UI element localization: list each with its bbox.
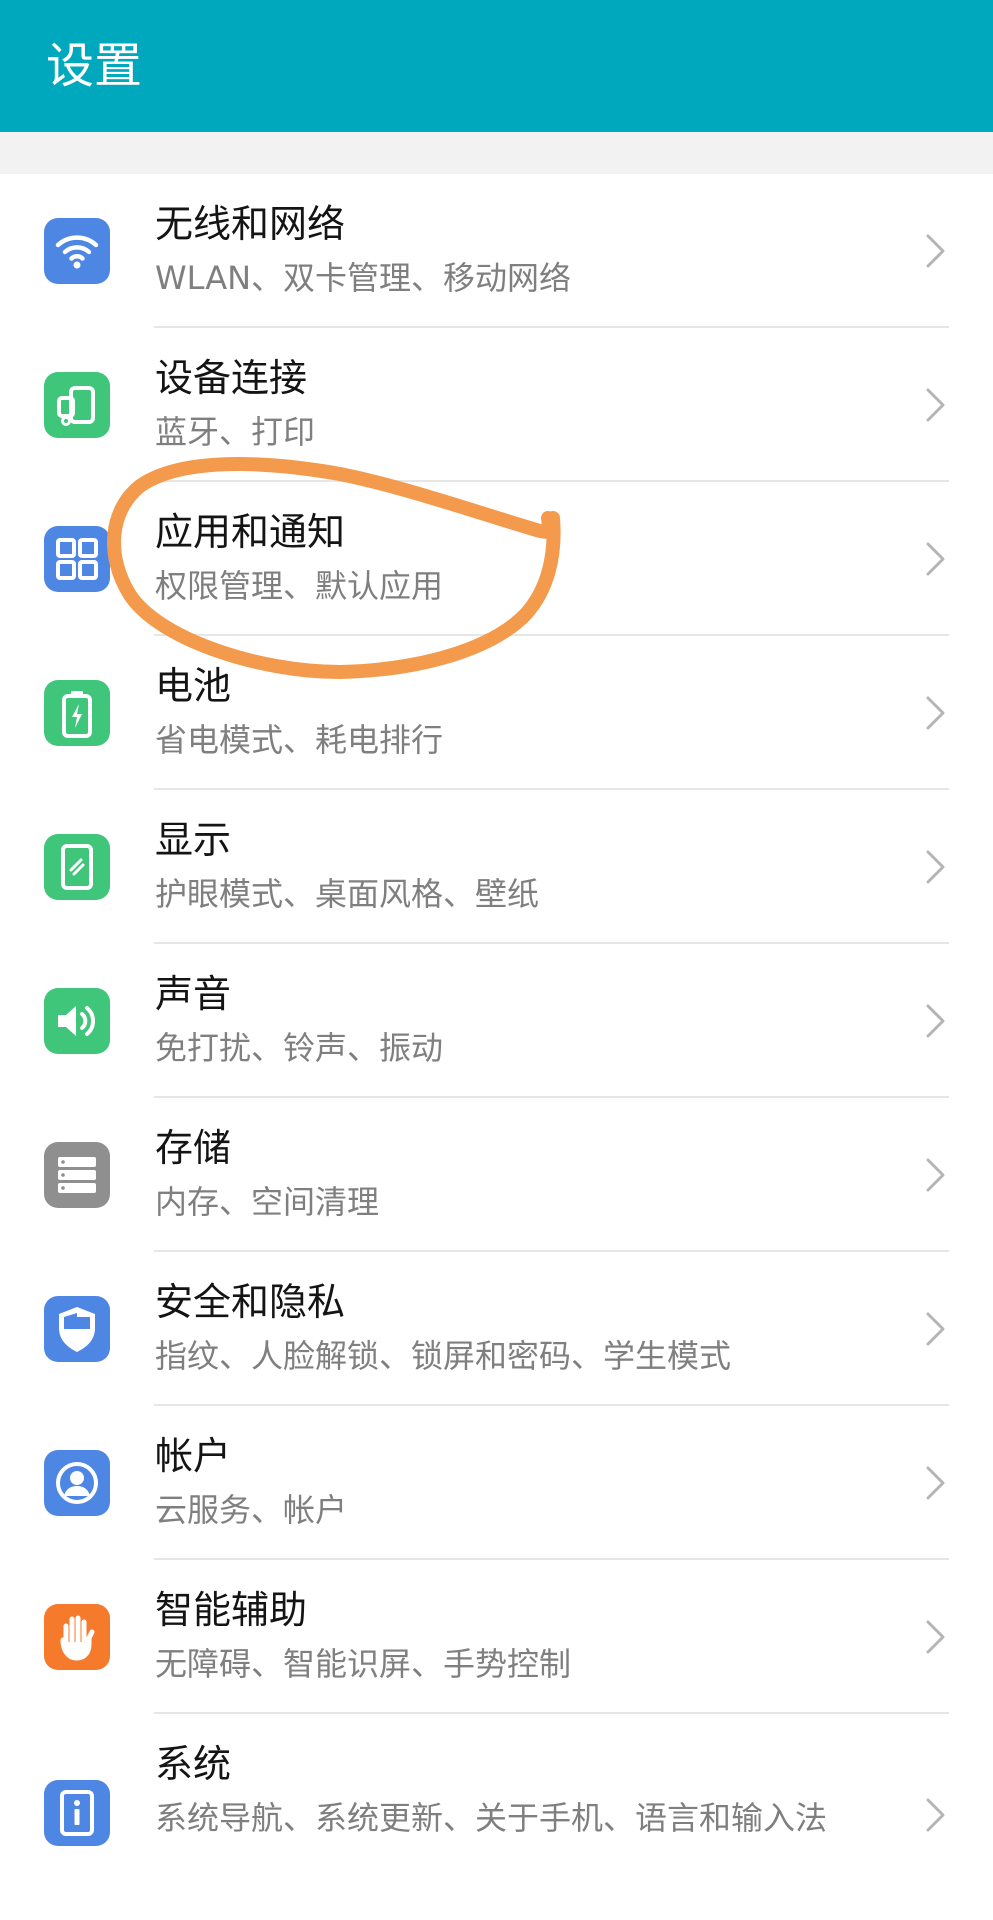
item-subtitle: WLAN、双卡管理、移动网络 bbox=[155, 259, 572, 297]
chevron-right-icon bbox=[923, 1464, 949, 1502]
item-title: 应用和通知 bbox=[155, 510, 346, 554]
item-subtitle: 权限管理、默认应用 bbox=[155, 567, 444, 605]
settings-item-smart-assistance[interactable]: 智能辅助 无障碍、智能识屏、手势控制 bbox=[0, 1560, 993, 1714]
wifi-icon bbox=[44, 218, 110, 284]
item-title: 电池 bbox=[155, 664, 232, 708]
item-subtitle: 云服务、帐户 bbox=[155, 1491, 348, 1529]
settings-item-security-privacy[interactable]: 安全和隐私 指纹、人脸解锁、锁屏和密码、学生模式 bbox=[0, 1252, 993, 1406]
app-bar: 设置 bbox=[0, 0, 993, 132]
item-title: 设备连接 bbox=[155, 356, 308, 400]
system-info-icon bbox=[44, 1780, 110, 1846]
item-subtitle: 免打扰、铃声、振动 bbox=[155, 1029, 444, 1067]
settings-item-apps-notifications[interactable]: 应用和通知 权限管理、默认应用 bbox=[0, 482, 993, 636]
item-subtitle: 指纹、人脸解锁、锁屏和密码、学生模式 bbox=[155, 1337, 732, 1375]
settings-item-display[interactable]: 显示 护眼模式、桌面风格、壁纸 bbox=[0, 790, 993, 944]
item-subtitle: 省电模式、耗电排行 bbox=[155, 721, 444, 759]
item-title: 声音 bbox=[155, 972, 232, 1016]
settings-list: 无线和网络 WLAN、双卡管理、移动网络 设备连接 蓝牙、打印 应用和通知 权限… bbox=[0, 174, 993, 1920]
item-title: 存储 bbox=[155, 1126, 232, 1170]
chevron-right-icon bbox=[923, 1618, 949, 1656]
settings-item-sound[interactable]: 声音 免打扰、铃声、振动 bbox=[0, 944, 993, 1098]
hand-icon bbox=[44, 1604, 110, 1670]
settings-item-device-connection[interactable]: 设备连接 蓝牙、打印 bbox=[0, 328, 993, 482]
item-title: 智能辅助 bbox=[155, 1588, 308, 1632]
chevron-right-icon bbox=[923, 694, 949, 732]
item-subtitle: 蓝牙、打印 bbox=[155, 413, 316, 451]
chevron-right-icon bbox=[923, 1002, 949, 1040]
settings-item-system[interactable]: 系统 系统导航、系统更新、关于手机、语言和输入法 bbox=[0, 1714, 993, 1920]
settings-item-battery[interactable]: 电池 省电模式、耗电排行 bbox=[0, 636, 993, 790]
chevron-right-icon bbox=[923, 540, 949, 578]
chevron-right-icon bbox=[923, 232, 949, 270]
display-icon bbox=[44, 834, 110, 900]
item-title: 系统 bbox=[155, 1742, 232, 1786]
item-subtitle: 内存、空间清理 bbox=[155, 1183, 380, 1221]
speaker-icon bbox=[44, 988, 110, 1054]
settings-item-storage[interactable]: 存储 内存、空间清理 bbox=[0, 1098, 993, 1252]
battery-icon bbox=[44, 680, 110, 746]
shield-icon bbox=[44, 1296, 110, 1362]
chevron-right-icon bbox=[923, 1156, 949, 1194]
storage-icon bbox=[44, 1142, 110, 1208]
item-title: 无线和网络 bbox=[155, 202, 346, 246]
chevron-right-icon bbox=[923, 1310, 949, 1348]
item-subtitle: 护眼模式、桌面风格、壁纸 bbox=[155, 875, 540, 913]
page-title: 设置 bbox=[46, 38, 143, 94]
chevron-right-icon bbox=[923, 848, 949, 886]
item-title: 安全和隐私 bbox=[155, 1280, 346, 1324]
settings-item-account[interactable]: 帐户 云服务、帐户 bbox=[0, 1406, 993, 1560]
item-title: 显示 bbox=[155, 818, 232, 862]
chevron-right-icon bbox=[923, 1796, 949, 1834]
item-subtitle: 系统导航、系统更新、关于手机、语言和输入法 bbox=[155, 1799, 828, 1837]
device-connection-icon bbox=[44, 372, 110, 438]
item-title: 帐户 bbox=[155, 1434, 232, 1478]
item-subtitle: 无障碍、智能识屏、手势控制 bbox=[155, 1645, 572, 1683]
chevron-right-icon bbox=[923, 386, 949, 424]
apps-grid-icon bbox=[44, 526, 110, 592]
settings-item-wireless-network[interactable]: 无线和网络 WLAN、双卡管理、移动网络 bbox=[0, 174, 993, 328]
account-icon bbox=[44, 1450, 110, 1516]
